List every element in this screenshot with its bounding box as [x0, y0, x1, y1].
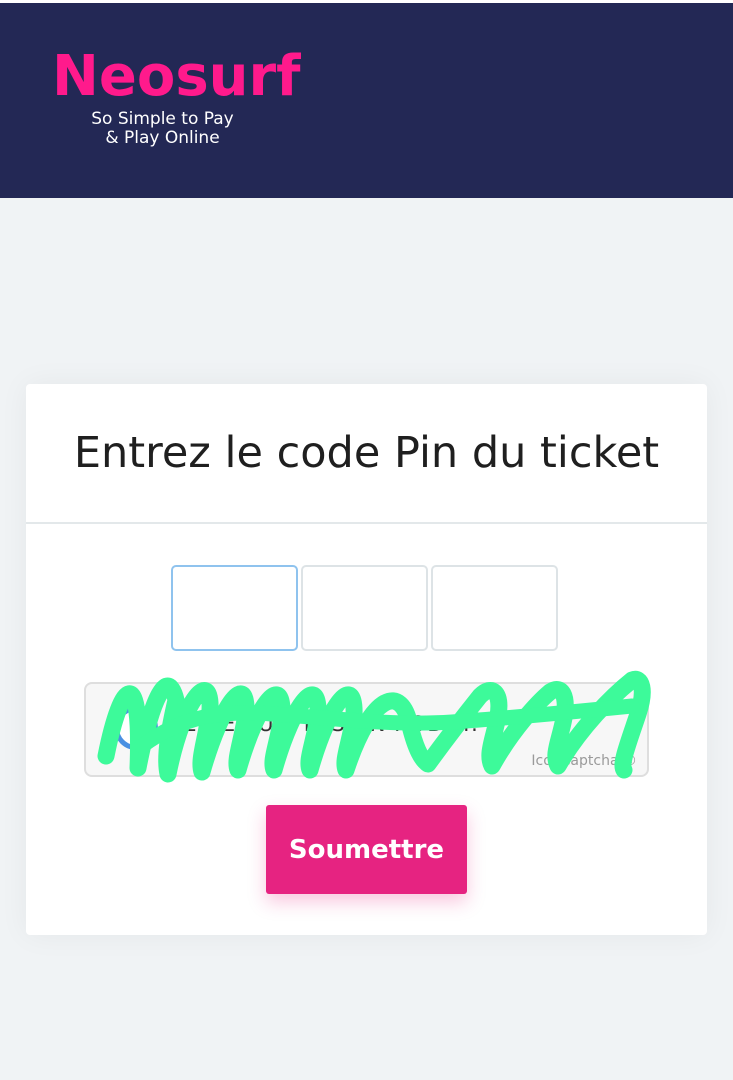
card-title: Entrez le code Pin du ticket	[26, 384, 707, 524]
captcha-label: JE NE SUIS PAS UN ROBOT.	[176, 712, 479, 736]
pin-input-3[interactable]	[431, 565, 558, 651]
logo-tagline: So Simple to Pay & Play Online	[60, 110, 265, 148]
captcha-brand: IconCaptcha ©	[531, 753, 637, 769]
captcha-checkbox[interactable]	[114, 706, 158, 750]
neosurf-logo[interactable]: Neosurf	[52, 47, 301, 107]
site-header: Neosurf So Simple to Pay & Play Online	[0, 3, 733, 198]
pin-input-2[interactable]	[301, 565, 428, 651]
pin-entry-card: Entrez le code Pin du ticket JE NE SUIS …	[26, 384, 707, 935]
captcha-widget[interactable]: JE NE SUIS PAS UN ROBOT. IconCaptcha ©	[84, 682, 649, 777]
tagline-line-1: So Simple to Pay	[91, 109, 234, 129]
pin-input-1[interactable]	[171, 565, 298, 651]
tagline-line-2: & Play Online	[105, 128, 220, 148]
submit-button[interactable]: Soumettre	[266, 805, 467, 894]
